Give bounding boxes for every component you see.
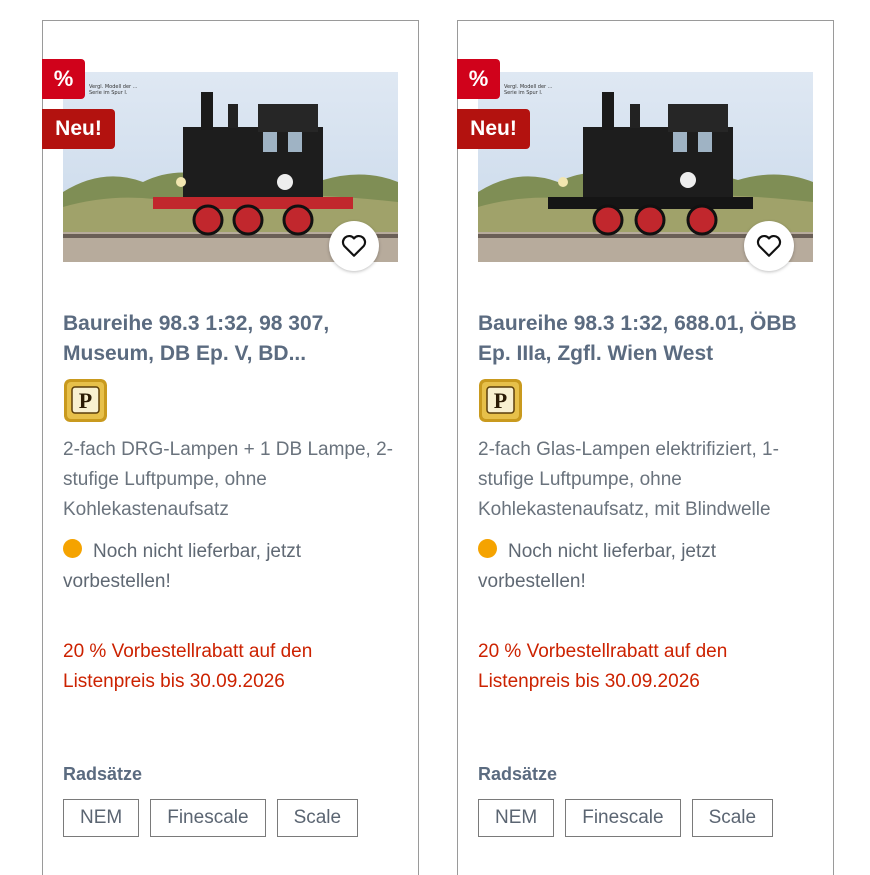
availability-status: Noch nicht lieferbar, jetzt vorbestellen…	[63, 537, 403, 597]
preorder-discount-text: 20 % Vorbestellrabatt auf den Listenprei…	[478, 641, 728, 692]
product-title[interactable]: Baureihe 98.3 1:32, 688.01, ÖBB Ep. IIIa…	[478, 309, 808, 369]
wishlist-button[interactable]	[744, 221, 794, 271]
heart-icon	[341, 234, 367, 257]
product-card[interactable]: Vergl. Modell der ... Serie im Spur I. %…	[457, 20, 834, 875]
wheelsets-label: Radsätze	[63, 764, 143, 784]
wheelset-option-nem[interactable]: NEM	[478, 799, 555, 837]
wheelset-options: NEM Finescale Scale	[478, 799, 774, 837]
new-badge: Neu!	[42, 109, 115, 149]
wheelset-option-finescale[interactable]: Finescale	[565, 799, 681, 837]
wishlist-button[interactable]	[329, 221, 379, 271]
wheelset-options: NEM Finescale Scale	[63, 799, 359, 837]
product-description: 2-fach DRG-Lampen + 1 DB Lampe, 2-stufig…	[63, 439, 394, 520]
wheelset-option-finescale[interactable]: Finescale	[150, 799, 266, 837]
wheelset-option-nem[interactable]: NEM	[63, 799, 140, 837]
product-grid: Vergl. Modell der ... Serie im Spur I. %…	[0, 0, 870, 875]
wheelset-option-scale[interactable]: Scale	[276, 799, 359, 837]
wheelsets-label: Radsätze	[478, 764, 558, 784]
product-description: 2-fach Glas-Lampen elektrifiziert, 1-stu…	[478, 439, 779, 520]
discount-badge: %	[42, 59, 85, 99]
heart-icon	[756, 234, 782, 257]
preorder-discount-text: 20 % Vorbestellrabatt auf den Listenprei…	[63, 641, 313, 692]
product-title[interactable]: Baureihe 98.3 1:32, 98 307, Museum, DB E…	[63, 309, 393, 369]
availability-status: Noch nicht lieferbar, jetzt vorbestellen…	[478, 537, 818, 597]
availability-dot-icon	[478, 539, 497, 558]
svg-text:P: P	[494, 388, 507, 413]
new-badge: Neu!	[457, 109, 530, 149]
product-card[interactable]: Vergl. Modell der ... Serie im Spur I. %…	[42, 20, 419, 875]
premium-p-icon[interactable]: P	[479, 379, 522, 422]
availability-text: Noch nicht lieferbar, jetzt vorbestellen…	[478, 541, 717, 592]
photo-caption: Vergl. Modell der ... Serie im Spur I.	[504, 84, 553, 96]
photo-caption: Vergl. Modell der ... Serie im Spur I.	[89, 84, 138, 96]
availability-dot-icon	[63, 539, 82, 558]
svg-text:P: P	[79, 388, 92, 413]
discount-badge: %	[457, 59, 500, 99]
availability-text: Noch nicht lieferbar, jetzt vorbestellen…	[63, 541, 302, 592]
premium-p-icon[interactable]: P	[64, 379, 107, 422]
wheelset-option-scale[interactable]: Scale	[691, 799, 774, 837]
